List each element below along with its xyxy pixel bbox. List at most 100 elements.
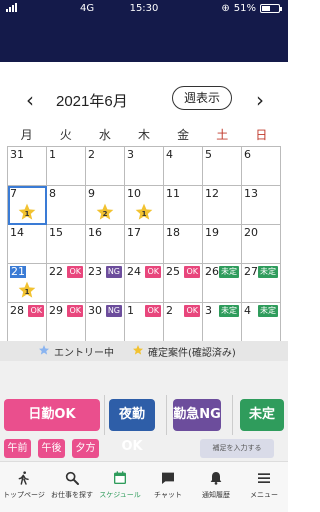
- night-ok-button[interactable]: 夜勤OK: [109, 399, 155, 454]
- calendar-day-cell[interactable]: 16: [86, 225, 125, 264]
- tab-schedule[interactable]: スケジュール: [96, 462, 144, 512]
- weekday-header: 月 火 水 木 金 土 日: [7, 126, 281, 144]
- tab-label: チャット: [154, 491, 182, 499]
- calendar-day-cell[interactable]: 19: [203, 225, 242, 264]
- calendar-day-cell[interactable]: 30 NG: [86, 303, 125, 342]
- day-number: 29: [49, 304, 63, 317]
- calendar-day-cell[interactable]: 3 未定: [203, 303, 242, 342]
- calendar-day-cell[interactable]: 1 OK: [125, 303, 164, 342]
- calendar-day-cell[interactable]: 25 OK: [164, 264, 203, 303]
- star-count: 1: [24, 288, 30, 296]
- calendar-day-cell[interactable]: 2: [86, 147, 125, 186]
- day-number: 21: [10, 265, 26, 278]
- morning-button[interactable]: 午前: [4, 439, 31, 458]
- day-number: 7: [10, 187, 17, 200]
- star-count: 2: [102, 210, 108, 218]
- calendar-day-cell[interactable]: 23 NG: [86, 264, 125, 303]
- calendar-day-cell[interactable]: 14: [8, 225, 47, 264]
- calendar-day-cell[interactable]: 5: [203, 147, 242, 186]
- calendar-grid: 31 1 2 3 4 5 6 7 1 8 9 2 10 1 11 12 13 14 15 16 17 18 19 20 21 1 2…: [7, 146, 281, 342]
- week-view-button[interactable]: 週表示: [172, 86, 232, 110]
- tab-label: スケジュール: [99, 491, 141, 499]
- urgent-ng-button[interactable]: 勤急NG: [173, 399, 221, 431]
- tab-label: お仕事を探す: [51, 491, 93, 499]
- calendar-day-cell[interactable]: 71: [8, 186, 47, 225]
- tab-find-jobs[interactable]: お仕事を探す: [48, 462, 96, 512]
- calendar-day-cell[interactable]: 18: [164, 225, 203, 264]
- confirmed-star-icon: 1: [17, 280, 37, 300]
- calendar-day-cell[interactable]: 3: [125, 147, 164, 186]
- calendar-day-cell[interactable]: 1: [47, 147, 86, 186]
- bottom-tab-bar: トップページ お仕事を探す スケジュール チャット 通知履歴 メニュー: [0, 461, 288, 512]
- undecided-button[interactable]: 未定: [240, 399, 284, 431]
- day-number: 6: [244, 148, 251, 161]
- day-number: 2: [88, 148, 95, 161]
- calendar-day-cell[interactable]: 27 未定: [242, 264, 281, 303]
- confirmed-star-icon: [132, 344, 144, 359]
- calendar-day-cell[interactable]: 2 OK: [164, 303, 203, 342]
- day-number: 3: [127, 148, 134, 161]
- next-month-button[interactable]: ›: [250, 88, 270, 112]
- previous-month-button[interactable]: ‹: [20, 88, 40, 112]
- confirmed-star-icon: 2: [95, 202, 115, 222]
- calendar-day-cell[interactable]: 4: [164, 147, 203, 186]
- status-badge: OK: [67, 305, 83, 317]
- status-badge: OK: [184, 305, 200, 317]
- day-number: 11: [166, 187, 180, 200]
- day-number: 1: [127, 304, 134, 317]
- weekday-mon: 月: [20, 128, 33, 142]
- legend: エントリー中 確定案件(確認済み): [0, 341, 288, 361]
- calendar-day-cell[interactable]: 15: [47, 225, 86, 264]
- afternoon-button[interactable]: 午後: [38, 439, 65, 458]
- calendar-day-cell[interactable]: 4 未定: [242, 303, 281, 342]
- status-badge: OK: [67, 266, 83, 278]
- day-number: 23: [88, 265, 102, 278]
- tab-notifications[interactable]: 通知履歴: [192, 462, 240, 512]
- day-number: 1: [49, 148, 56, 161]
- search-icon: [65, 471, 79, 485]
- status-badge: OK: [145, 266, 161, 278]
- day-number: 25: [166, 265, 180, 278]
- calendar-day-cell[interactable]: 11: [164, 186, 203, 225]
- calendar-icon: [114, 471, 126, 484]
- calendar-day-cell[interactable]: 26 未定: [203, 264, 242, 303]
- divider: [104, 395, 105, 435]
- day-ok-button[interactable]: 日勤OK: [4, 399, 100, 431]
- divider: [166, 395, 167, 435]
- star-count: 1: [24, 210, 30, 218]
- calendar-day-cell[interactable]: 29 OK: [47, 303, 86, 342]
- menu-icon: [258, 473, 270, 483]
- calendar-day-cell[interactable]: 20: [242, 225, 281, 264]
- calendar-day-cell[interactable]: 28 OK: [8, 303, 47, 342]
- calendar-day-cell[interactable]: 24 OK: [125, 264, 164, 303]
- calendar-day-cell[interactable]: 8: [47, 186, 86, 225]
- confirmed-star-icon: 1: [134, 202, 154, 222]
- day-number: 20: [244, 226, 258, 239]
- chat-icon: [162, 472, 174, 484]
- evening-button[interactable]: 夕方: [72, 439, 99, 458]
- calendar-day-cell[interactable]: 10 1: [125, 186, 164, 225]
- day-number: 8: [49, 187, 56, 200]
- calendar-day-cell[interactable]: 17: [125, 225, 164, 264]
- day-number: 31: [10, 148, 24, 161]
- day-number: 27: [244, 265, 258, 278]
- status-badge: 未定: [258, 266, 278, 278]
- day-number: 18: [166, 226, 180, 239]
- calendar-day-cell[interactable]: 31: [8, 147, 47, 186]
- day-number: 9: [88, 187, 95, 200]
- calendar-day-cell[interactable]: 22 OK: [47, 264, 86, 303]
- weekday-tue: 火: [59, 128, 72, 142]
- calendar-day-cell[interactable]: 6: [242, 147, 281, 186]
- calendar-day-cell[interactable]: 12: [203, 186, 242, 225]
- tab-menu[interactable]: メニュー: [240, 462, 288, 512]
- calendar-day-cell[interactable]: 21 1: [8, 264, 47, 303]
- add-note-button[interactable]: 補足を入力する: [200, 439, 274, 458]
- calendar-day-cell[interactable]: 92: [86, 186, 125, 225]
- tab-top-page[interactable]: トップページ: [0, 462, 48, 512]
- entry-star-icon: [38, 344, 50, 359]
- month-navigation: ‹ 2021年6月 週表示 ›: [0, 84, 288, 114]
- day-number: 4: [244, 304, 251, 317]
- tab-chat[interactable]: チャット: [144, 462, 192, 512]
- app-header: 4G 15:30 ⊕ 51%: [0, 0, 288, 62]
- calendar-day-cell[interactable]: 13: [242, 186, 281, 225]
